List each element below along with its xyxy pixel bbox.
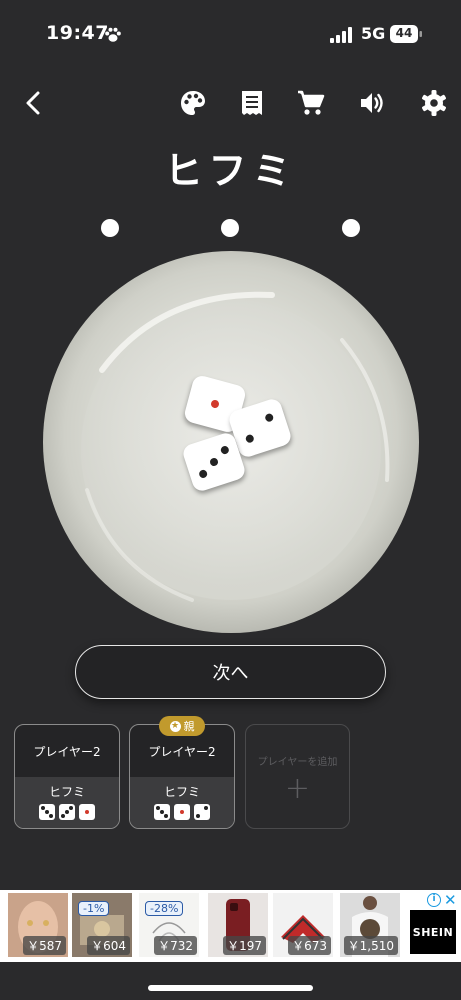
- ad-close-icon[interactable]: ✕: [444, 891, 457, 909]
- ad-product[interactable]: ￥673: [273, 893, 333, 957]
- ad-product[interactable]: ￥587: [8, 893, 68, 957]
- player-card[interactable]: プレイヤー2 ヒフミ: [14, 724, 120, 829]
- ad-product[interactable]: -1% ￥604: [72, 893, 132, 957]
- mini-die-one: [174, 804, 190, 820]
- ad-product[interactable]: -28% ￥732: [139, 893, 199, 957]
- player-dice: [130, 804, 234, 820]
- mini-die-two: [194, 804, 210, 820]
- ad-price: ￥1,510: [343, 936, 398, 955]
- battery-level: 44: [395, 26, 413, 40]
- paw-icon: [105, 27, 121, 42]
- die-pip: [244, 433, 255, 444]
- player-result: ヒフミ: [15, 777, 119, 828]
- die-pip: [219, 445, 230, 456]
- ad-banner[interactable]: ￥587 -1% ￥604 -28% ￥732 ￥197 ￥673 ￥1,510…: [0, 890, 461, 962]
- player-hand: ヒフミ: [48, 785, 85, 799]
- die-pip: [264, 412, 275, 423]
- die-pip: [198, 468, 209, 479]
- ad-price: ￥197: [223, 936, 266, 955]
- die-pip: [208, 456, 220, 468]
- die-pip: [210, 399, 220, 409]
- signal-icon: [330, 27, 352, 43]
- gear-icon[interactable]: [420, 89, 448, 117]
- status-bar: 19:47 5G 44: [0, 0, 461, 66]
- ad-discount: -1%: [78, 901, 110, 916]
- ad-price: ￥587: [23, 936, 66, 955]
- cart-icon[interactable]: [297, 89, 325, 117]
- status-time: 19:47: [46, 22, 109, 44]
- star-icon: ★: [169, 720, 181, 732]
- player-card[interactable]: プレイヤー2 ヒフミ: [129, 724, 235, 829]
- mini-die-three: [154, 804, 170, 820]
- ad-product[interactable]: ￥197: [208, 893, 268, 957]
- receipt-icon[interactable]: [238, 89, 266, 117]
- player-name: プレイヤー2: [33, 744, 101, 759]
- ad-product[interactable]: ￥1,510: [340, 893, 400, 957]
- player-hand: ヒフミ: [163, 785, 200, 799]
- player-dice: [15, 804, 119, 820]
- add-player-label: プレイヤーを追加: [257, 757, 338, 768]
- player-result: ヒフミ: [130, 777, 234, 828]
- ad-price: ￥604: [87, 936, 130, 955]
- palette-icon[interactable]: [179, 89, 207, 117]
- page-title: ヒフミ: [164, 148, 297, 193]
- mini-die-one: [79, 804, 95, 820]
- home-indicator[interactable]: [148, 985, 313, 991]
- parent-badge-label: 親: [183, 720, 195, 733]
- round-indicator-dot: [101, 219, 119, 237]
- parent-badge: ★ 親: [159, 716, 205, 736]
- network-label: 5G: [361, 24, 386, 43]
- ad-discount: -28%: [145, 901, 184, 916]
- round-indicator-dot: [342, 219, 360, 237]
- ad-price: ￥732: [154, 936, 197, 955]
- add-player-button[interactable]: プレイヤーを追加 +: [245, 724, 350, 829]
- brand-logo[interactable]: SHEIN: [410, 910, 456, 954]
- ad-price: ￥673: [288, 936, 331, 955]
- volume-icon[interactable]: [358, 89, 386, 117]
- back-arrow-icon[interactable]: [20, 89, 48, 117]
- ad-info-icon[interactable]: i: [427, 893, 441, 907]
- round-indicator-dot: [221, 219, 239, 237]
- mini-die-three: [59, 804, 75, 820]
- plus-icon: +: [284, 771, 311, 806]
- mini-die-three: [39, 804, 55, 820]
- next-button[interactable]: 次へ: [75, 645, 386, 699]
